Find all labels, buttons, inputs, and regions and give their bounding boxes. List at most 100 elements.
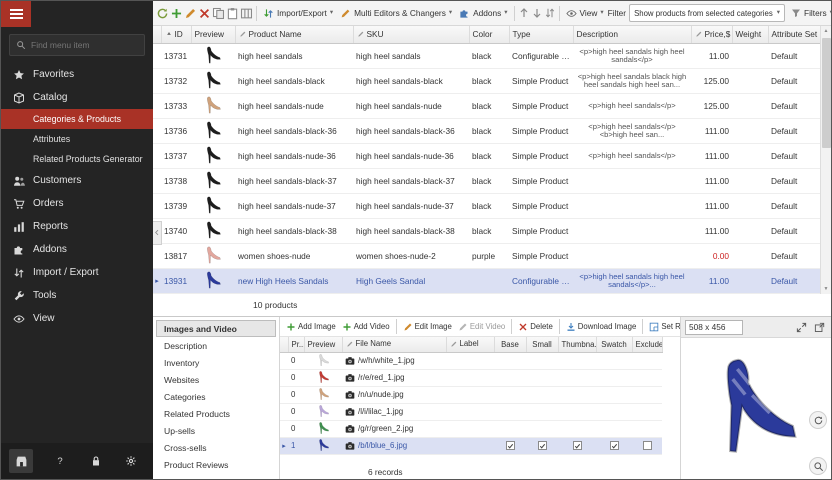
- column-header-base[interactable]: Base: [494, 337, 526, 352]
- checkbox-cell-base[interactable]: [494, 420, 526, 437]
- zoom-image-button[interactable]: [809, 457, 827, 475]
- move-down-button[interactable]: [531, 4, 543, 23]
- scroll-down-icon[interactable]: ▼: [824, 284, 829, 294]
- checkbox-cell-base[interactable]: [494, 403, 526, 420]
- checkbox-cell-swatch[interactable]: [596, 386, 632, 403]
- image-row-r-e-red-1-jpg[interactable]: 0/r/e/red_1.jpg: [280, 369, 662, 386]
- resize-dimensions-input[interactable]: [685, 320, 743, 335]
- sidebar-item-customers[interactable]: Customers: [1, 169, 153, 192]
- add-image-button[interactable]: Add Image: [284, 321, 338, 333]
- store-button[interactable]: [9, 449, 33, 473]
- addons-menu-button[interactable]: Addons▾: [456, 6, 510, 21]
- column-header-preview[interactable]: Preview: [191, 26, 235, 43]
- checkbox-cell-small[interactable]: [526, 437, 558, 454]
- checkbox-cell-swatch[interactable]: [596, 352, 632, 369]
- column-header-pr[interactable]: Pr...: [288, 337, 304, 352]
- column-header-attribute-set-name[interactable]: Attribute Set Name: [768, 26, 820, 43]
- swap-rows-button[interactable]: [544, 4, 556, 23]
- checkbox-cell-thumbnail[interactable]: [558, 369, 596, 386]
- exclude-checkbox[interactable]: [643, 441, 652, 450]
- column-header-id[interactable]: ID: [161, 26, 191, 43]
- menu-search[interactable]: [9, 34, 145, 56]
- checkbox-cell-thumbnail[interactable]: [558, 420, 596, 437]
- tab-related-products[interactable]: Related Products: [156, 405, 276, 422]
- filters-button[interactable]: Filters ▾: [788, 6, 831, 20]
- scroll-up-icon[interactable]: ▲: [824, 26, 829, 36]
- checkbox-cell-thumbnail[interactable]: [558, 403, 596, 420]
- checkbox-cell-thumbnail[interactable]: [558, 352, 596, 369]
- checkbox-cell-swatch[interactable]: [596, 369, 632, 386]
- add-video-button[interactable]: Add Video: [340, 321, 392, 333]
- tab-description[interactable]: Description: [156, 337, 276, 354]
- download-image-button[interactable]: Download Image: [564, 321, 639, 333]
- checkbox-cell-small[interactable]: [526, 386, 558, 403]
- image-row-l-i-lilac-1-jpg[interactable]: 0/l/i/lilac_1.jpg: [280, 403, 662, 420]
- gear-button[interactable]: [123, 453, 139, 469]
- view-menu-button[interactable]: View▾: [563, 6, 607, 21]
- checkbox-cell-base[interactable]: [494, 437, 526, 454]
- column-header-exclude[interactable]: Exclude: [632, 337, 662, 352]
- checkbox-cell-exclude[interactable]: [632, 369, 662, 386]
- product-row-13731[interactable]: 13731high heel sandalshigh heel sandalsb…: [153, 43, 820, 68]
- column-header-color[interactable]: Color: [469, 26, 509, 43]
- refresh-button[interactable]: [156, 4, 169, 23]
- column-header-type[interactable]: Type: [509, 26, 573, 43]
- column-header-price[interactable]: Price,$: [691, 26, 732, 43]
- category-filter-select[interactable]: Show products from selected categories ▾: [629, 4, 785, 22]
- checkbox-cell-exclude[interactable]: [632, 437, 662, 454]
- edit-video-button[interactable]: Edit Video: [456, 321, 507, 333]
- swatch-checkbox[interactable]: [610, 441, 619, 450]
- checkbox-cell-base[interactable]: [494, 386, 526, 403]
- tab-categories[interactable]: Categories: [156, 388, 276, 405]
- delete-product-button[interactable]: [198, 4, 211, 23]
- column-header-description[interactable]: Description: [573, 26, 691, 43]
- edit-product-button[interactable]: [184, 4, 197, 23]
- product-row-13732[interactable]: 13732high heel sandals-blackhigh heel sa…: [153, 68, 820, 93]
- tab-product-reviews[interactable]: Product Reviews: [156, 456, 276, 473]
- paste-button[interactable]: [226, 4, 239, 23]
- checkbox-cell-small[interactable]: [526, 369, 558, 386]
- column-header-swatch[interactable]: Swatch: [596, 337, 632, 352]
- image-row-w-h-white-1-jpg[interactable]: 0/w/h/white_1.jpg: [280, 352, 662, 369]
- edit-image-button[interactable]: Edit Image: [401, 321, 454, 333]
- sidebar-item-reports[interactable]: Reports: [1, 215, 153, 238]
- checkbox-cell-swatch[interactable]: [596, 437, 632, 454]
- column-header-thumbna[interactable]: Thumbna...: [558, 337, 596, 352]
- column-header-preview[interactable]: Preview: [304, 337, 342, 352]
- copy-button[interactable]: [212, 4, 225, 23]
- scrollbar-thumb[interactable]: [822, 38, 831, 148]
- thumbnail-checkbox[interactable]: [573, 441, 582, 450]
- small-checkbox[interactable]: [538, 441, 547, 450]
- product-row-13817[interactable]: 13817women shoes-nudewomen shoes-nude-2p…: [153, 243, 820, 268]
- columns-button[interactable]: [240, 4, 253, 23]
- sidebar-item-categories-products[interactable]: Categories & Products: [1, 109, 153, 129]
- checkbox-cell-small[interactable]: [526, 352, 558, 369]
- expand-preview-icon[interactable]: [794, 320, 809, 335]
- image-row-g-r-green-2-jpg[interactable]: 0/g/r/green_2.jpg: [280, 420, 662, 437]
- menu-search-input[interactable]: [31, 40, 138, 50]
- product-row-13739[interactable]: 13739high heel sandals-nude-37high heel …: [153, 193, 820, 218]
- checkbox-cell-small[interactable]: [526, 420, 558, 437]
- sidebar-item-import-export[interactable]: Import / Export: [1, 261, 153, 284]
- move-up-button[interactable]: [518, 4, 530, 23]
- sidebar-item-catalog[interactable]: Catalog: [1, 86, 153, 109]
- product-row-13736[interactable]: 13736high heel sandals-black-36high heel…: [153, 118, 820, 143]
- product-row-13737[interactable]: 13737high heel sandals-nude-36high heel …: [153, 143, 820, 168]
- checkbox-cell-small[interactable]: [526, 403, 558, 420]
- sidebar-item-related-products-generator[interactable]: Related Products Generator: [1, 149, 153, 169]
- product-row-13740[interactable]: 13740high heel sandals-black-38high heel…: [153, 218, 820, 243]
- checkbox-cell-base[interactable]: [494, 369, 526, 386]
- product-row-13931[interactable]: ▸13931new High Heels SandalsHigh Geels S…: [153, 268, 820, 293]
- column-header-small[interactable]: Small: [526, 337, 558, 352]
- import-export-menu-button[interactable]: Import/Export▾: [260, 6, 336, 21]
- open-external-icon[interactable]: [812, 320, 827, 335]
- checkbox-cell-exclude[interactable]: [632, 420, 662, 437]
- collapse-sidebar-handle[interactable]: [153, 221, 162, 245]
- menu-toggle-button[interactable]: [1, 1, 31, 27]
- base-checkbox[interactable]: [506, 441, 515, 450]
- sidebar-item-tools[interactable]: Tools: [1, 284, 153, 307]
- checkbox-cell-exclude[interactable]: [632, 386, 662, 403]
- column-header-product-name[interactable]: Product Name: [235, 26, 353, 43]
- tab-images-and-video[interactable]: Images and Video: [156, 320, 276, 337]
- sidebar-item-orders[interactable]: Orders: [1, 192, 153, 215]
